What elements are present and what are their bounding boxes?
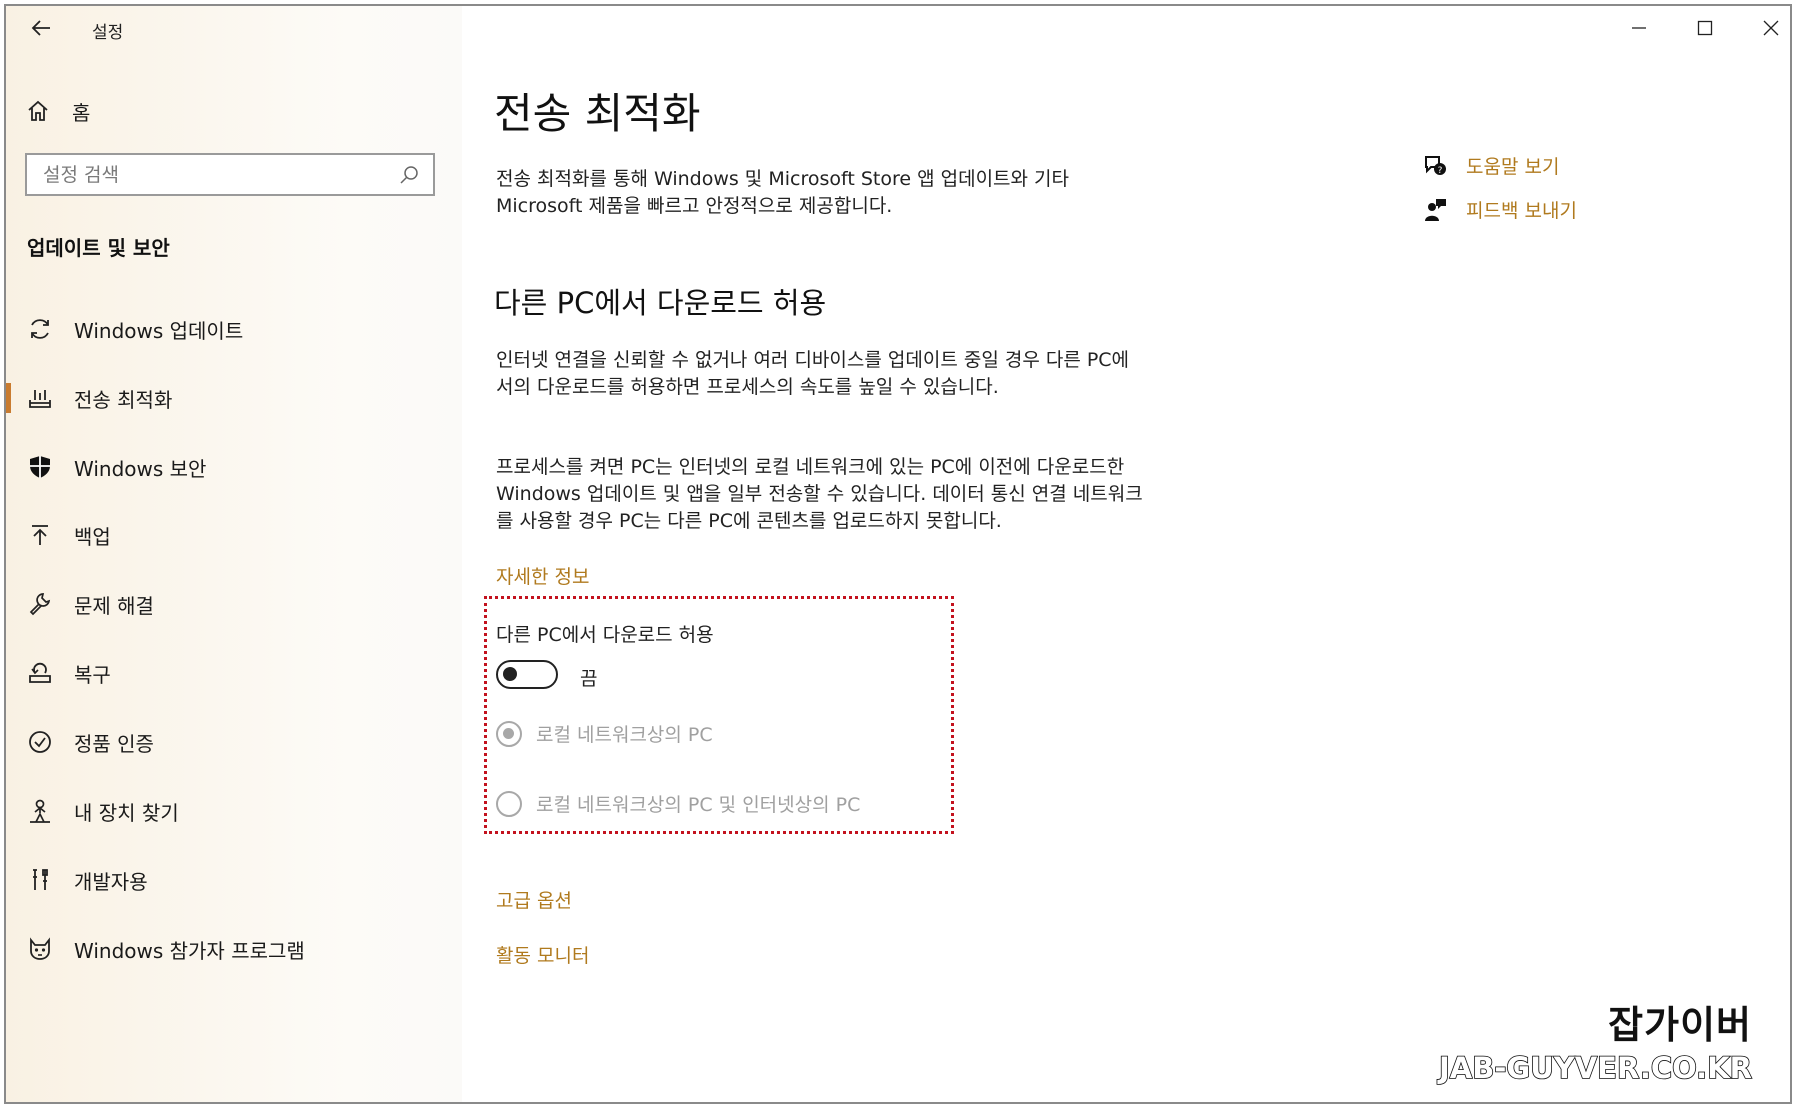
radio-circle xyxy=(496,720,522,747)
developer-tools-icon xyxy=(25,865,55,895)
sidebar-item-label: 문제 해결 xyxy=(74,593,154,618)
toggle-knob xyxy=(503,667,517,681)
help-chat-icon: ? xyxy=(1425,155,1446,176)
sidebar-item-label: Windows 보안 xyxy=(74,456,207,481)
watermark-line-2: JAB-GUYVER.CO.KR xyxy=(1438,1050,1753,1086)
selection-indicator xyxy=(6,383,11,413)
delivery-optimization-icon xyxy=(25,383,55,413)
watermark: 잡가이버 JAB-GUYVER.CO.KR xyxy=(1438,1002,1753,1088)
recovery-icon xyxy=(25,658,55,688)
check-circle-icon xyxy=(25,727,55,757)
section-heading: 업데이트 및 보안 xyxy=(27,236,170,260)
sidebar-item-label: 개발자용 xyxy=(74,869,148,894)
toggle-label: 다른 PC에서 다운로드 허용 xyxy=(496,624,714,646)
allow-downloads-toggle[interactable] xyxy=(496,660,558,689)
app-title: 설정 xyxy=(92,23,124,43)
home-icon xyxy=(28,100,48,121)
page-title: 전송 최적화 xyxy=(494,89,701,138)
sidebar-item-label: 전송 최적화 xyxy=(74,387,173,412)
sidebar-item-for-developers[interactable]: 개발자용 xyxy=(6,854,462,906)
shield-icon xyxy=(25,452,55,482)
sidebar-item-backup[interactable]: 백업 xyxy=(6,509,462,561)
sidebar-item-windows-insider[interactable]: Windows 참가자 프로그램 xyxy=(6,923,462,975)
section-title: 다른 PC에서 다운로드 허용 xyxy=(494,286,827,320)
sidebar-item-label: 정품 인증 xyxy=(74,731,154,756)
help-link[interactable]: 도움말 보기 xyxy=(1466,152,1559,179)
sidebar-item-label: 내 장치 찾기 xyxy=(74,800,179,825)
svg-text:?: ? xyxy=(1438,166,1443,176)
radio-label: 로컬 네트워크상의 PC 및 인터넷상의 PC xyxy=(536,794,861,816)
feedback-link[interactable]: 피드백 보내기 xyxy=(1466,196,1577,223)
radio-local-network[interactable]: 로컬 네트워크상의 PC xyxy=(496,720,713,747)
insider-cat-icon xyxy=(25,934,55,964)
section-paragraph-1: 인터넷 연결을 신뢰할 수 없거나 여러 디바이스를 업데이트 중일 경우 다른… xyxy=(496,349,1130,398)
advanced-options-link[interactable]: 고급 옵션 xyxy=(496,886,572,913)
settings-window: 홈 업데이트 및 보안 Windows 업데이트 전송 최적화 Windows … xyxy=(4,4,1792,1104)
back-button[interactable] xyxy=(18,12,64,44)
radio-local-and-internet[interactable]: 로컬 네트워크상의 PC 및 인터넷상의 PC xyxy=(496,790,860,817)
feedback-person-icon xyxy=(1425,198,1446,221)
sidebar-item-troubleshoot[interactable]: 문제 해결 xyxy=(6,578,462,630)
main-content: 전송 최적화 전송 최적화를 통해 Windows 및 Microsoft St… xyxy=(484,6,1790,1102)
sidebar-item-label: 백업 xyxy=(74,524,111,549)
backup-arrow-icon xyxy=(25,520,55,550)
back-arrow-icon xyxy=(31,20,50,36)
sidebar-item-label: Windows 업데이트 xyxy=(74,318,244,343)
feedback-row[interactable]: 피드백 보내기 xyxy=(1422,196,1577,223)
activity-monitor-link[interactable]: 활동 모니터 xyxy=(496,941,589,968)
person-locate-icon xyxy=(25,796,55,826)
sidebar-item-recovery[interactable]: 복구 xyxy=(6,647,462,699)
page-description: 전송 최적화를 통해 Windows 및 Microsoft Store 앱 업… xyxy=(496,168,1070,217)
sidebar-item-delivery-optimization[interactable]: 전송 최적화 xyxy=(6,372,462,424)
more-info-link[interactable]: 자세한 정보 xyxy=(496,562,589,589)
radio-circle xyxy=(496,790,522,817)
sidebar-item-activation[interactable]: 정품 인증 xyxy=(6,716,462,768)
sidebar-item-label: 복구 xyxy=(74,662,111,687)
watermark-line-1: 잡가이버 xyxy=(1608,1003,1752,1047)
radio-dot xyxy=(503,727,514,739)
sync-icon xyxy=(25,314,55,344)
search-icon[interactable] xyxy=(399,165,419,185)
sidebar-item-label: Windows 참가자 프로그램 xyxy=(74,938,305,963)
get-help-row[interactable]: ? 도움말 보기 xyxy=(1422,152,1559,179)
sidebar-item-windows-update[interactable]: Windows 업데이트 xyxy=(6,303,462,355)
section-paragraph-2: 프로세스를 켜면 PC는 인터넷의 로컬 네트워크에 있는 PC에 이전에 다운… xyxy=(496,456,1143,532)
home-label: 홈 xyxy=(72,100,91,125)
radio-label: 로컬 네트워크상의 PC xyxy=(536,724,713,746)
toggle-state-text: 끔 xyxy=(580,668,598,690)
wrench-icon xyxy=(25,589,55,619)
sidebar-item-find-my-device[interactable]: 내 장치 찾기 xyxy=(6,785,462,837)
sidebar-item-windows-security[interactable]: Windows 보안 xyxy=(6,441,462,493)
settings-search-box[interactable] xyxy=(25,153,435,196)
home-nav-item[interactable]: 홈 xyxy=(26,94,90,128)
search-input[interactable] xyxy=(41,162,399,187)
sidebar: 홈 업데이트 및 보안 Windows 업데이트 전송 최적화 Windows … xyxy=(6,6,462,1102)
